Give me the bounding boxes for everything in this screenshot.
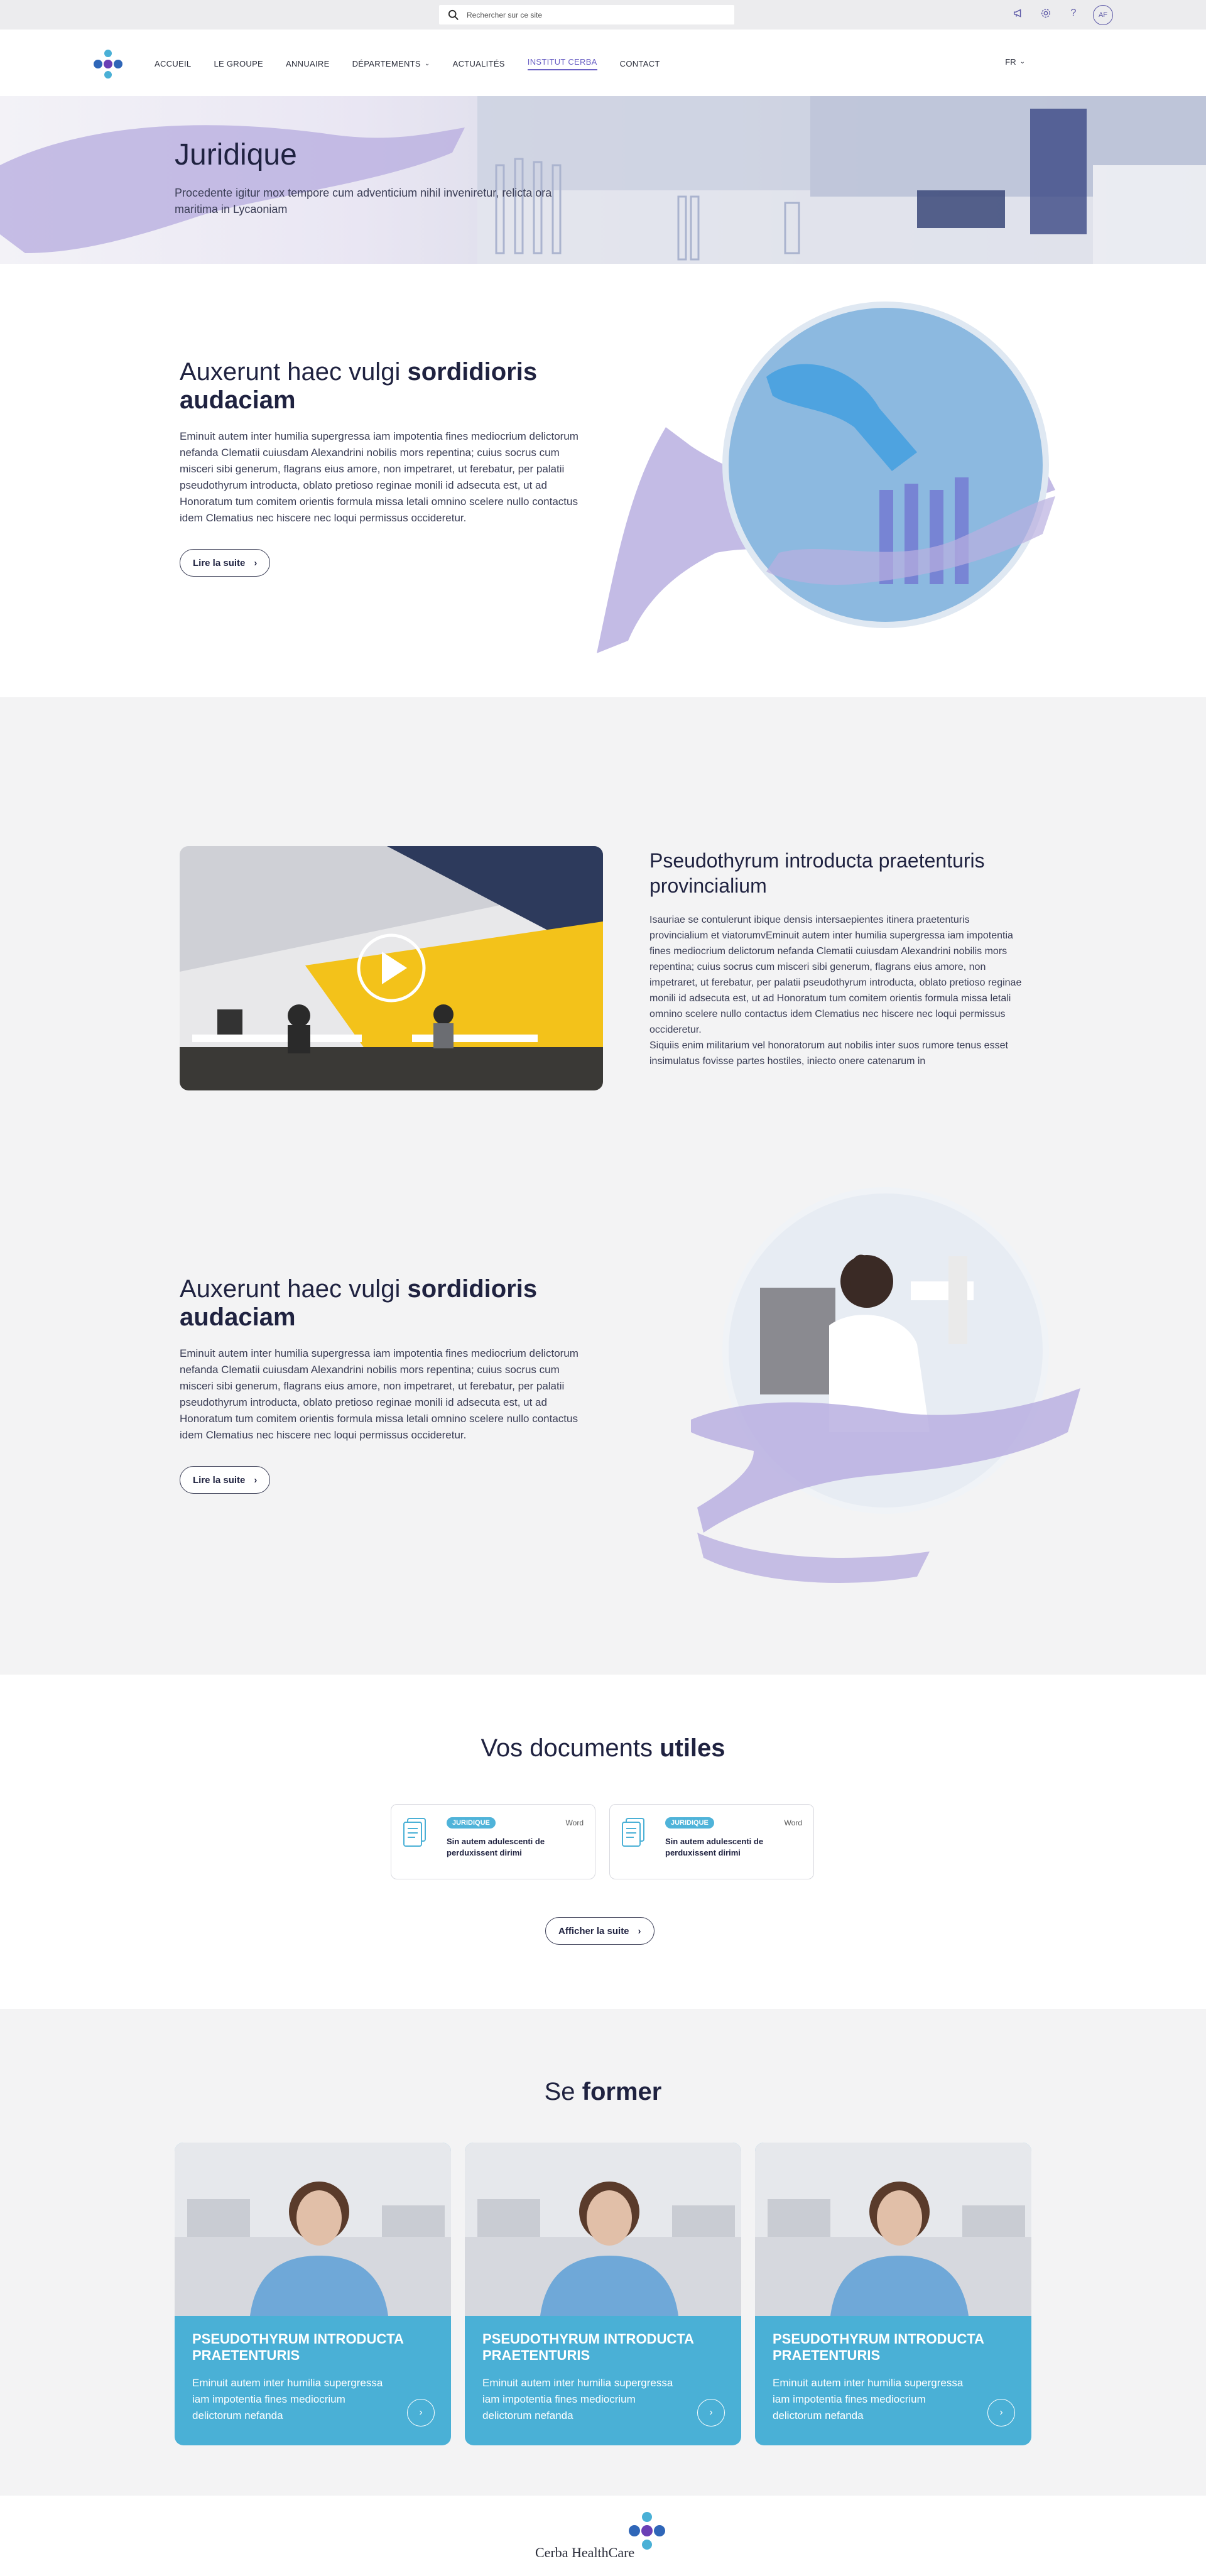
training-title: PSEUDOTHYRUM INTRODUCTA PRAETENTURIS <box>482 2331 694 2363</box>
section-text: Eminuit autem inter humilia supergressa … <box>180 430 579 524</box>
training-photo <box>465 2143 741 2316</box>
section-text: Eminuit autem inter humilia supergressa … <box>180 1347 579 1441</box>
brush-stroke <box>0 125 465 253</box>
section-content: Pseudothyrum introducta praetenturis pro… <box>0 697 1206 1675</box>
menu: ACCUEIL LE GROUPE ANNUAIRE DÉPARTEMENTS ⌄… <box>155 57 683 70</box>
training-card[interactable]: PSEUDOTHYRUM INTRODUCTA PRAETENTURIS Emi… <box>175 2143 451 2445</box>
lab-illustration <box>597 302 1055 653</box>
training-card[interactable]: PSEUDOTHYRUM INTRODUCTA PRAETENTURIS Emi… <box>465 2143 741 2445</box>
chevron-right-icon[interactable]: › <box>987 2399 1015 2427</box>
title-bold: utiles <box>660 1734 725 1762</box>
read-more-label: Lire la suite <box>193 557 246 568</box>
document-card[interactable]: JURIDIQUE Word Sin autem adulescenti de … <box>391 1804 595 1879</box>
avatar[interactable]: AF <box>1093 5 1113 25</box>
search-placeholder: Rechercher sur ce site <box>467 10 543 19</box>
document-title: Sin autem adulescenti de perduxissent di… <box>447 1837 545 1857</box>
page-title: Juridique <box>175 138 297 171</box>
read-more-button[interactable]: Lire la suite › <box>180 549 271 577</box>
chevron-down-icon: ⌄ <box>1019 58 1025 65</box>
chevron-down-icon: ⌄ <box>424 60 430 67</box>
nav-departements-label: DÉPARTEMENTS <box>352 59 421 68</box>
help-icon[interactable]: ? <box>1067 6 1080 20</box>
title-normal: Auxerunt haec vulgi <box>180 1275 408 1303</box>
training-text: Eminuit autem inter humilia supergressa … <box>192 2377 383 2421</box>
language-label: FR <box>1005 57 1016 67</box>
document-icon <box>403 1818 426 1847</box>
nav-annuaire[interactable]: ANNUAIRE <box>286 57 330 70</box>
title-normal: Vos documents <box>481 1734 660 1762</box>
footer: Cerba HealthCare <box>0 2496 1206 2576</box>
file-format: Word <box>784 1818 802 1827</box>
section-intro: Auxerunt haec vulgi sordidioris audaciam… <box>0 264 1206 697</box>
microscope-illustration <box>691 1187 1080 1583</box>
nav-accueil[interactable]: ACCUEIL <box>155 57 191 70</box>
main-navigation: ACCUEIL LE GROUPE ANNUAIRE DÉPARTEMENTS ⌄… <box>0 30 1206 96</box>
documents-section: Vos documents utiles JURIDIQUE Word Sin … <box>0 1675 1206 2009</box>
category-badge: JURIDIQUE <box>447 1817 496 1829</box>
footer-brand[interactable]: Cerba HealthCare <box>535 2545 634 2561</box>
cerba-logo[interactable] <box>90 48 126 80</box>
nav-institut-cerba[interactable]: INSTITUT CERBA <box>527 57 597 70</box>
section-text-2: Siquiis enim militarium vel honoratorum … <box>649 1040 1008 1067</box>
title-normal: Se <box>544 2078 582 2106</box>
search-input[interactable]: Rechercher sur ce site <box>439 5 734 24</box>
show-more-button[interactable]: Afficher la suite › <box>545 1917 655 1945</box>
utility-bar: Rechercher sur ce site ? AF <box>0 0 1206 30</box>
chevron-right-icon[interactable]: › <box>407 2399 435 2427</box>
training-card[interactable]: PSEUDOTHYRUM INTRODUCTA PRAETENTURIS Emi… <box>755 2143 1031 2445</box>
language-selector[interactable]: FR ⌄ <box>1005 57 1025 67</box>
chevron-right-icon: › <box>254 1474 258 1486</box>
section-title: Se former <box>0 2078 1206 2106</box>
chevron-right-icon[interactable]: › <box>697 2399 725 2427</box>
title-bold: former <box>582 2078 662 2106</box>
lab-photo <box>477 96 1206 264</box>
document-icon <box>622 1818 644 1847</box>
section-title: Vos documents utiles <box>0 1734 1206 1763</box>
training-title: PSEUDOTHYRUM INTRODUCTA PRAETENTURIS <box>773 2331 984 2363</box>
training-title: PSEUDOTHYRUM INTRODUCTA PRAETENTURIS <box>192 2331 404 2363</box>
section-title: Auxerunt haec vulgi sordidioris audaciam <box>180 358 569 415</box>
show-more-label: Afficher la suite <box>558 1925 629 1937</box>
training-text: Eminuit autem inter humilia supergressa … <box>773 2377 964 2421</box>
file-format: Word <box>565 1818 584 1827</box>
read-more-label: Lire la suite <box>193 1474 246 1486</box>
nav-contact[interactable]: CONTACT <box>620 57 660 70</box>
hero-banner: Juridique Procedente igitur mox tempore … <box>0 96 1206 264</box>
title-normal: Auxerunt haec vulgi <box>180 358 408 386</box>
page-subtitle: Procedente igitur mox tempore cum advent… <box>175 187 552 215</box>
chevron-right-icon: › <box>638 1925 641 1937</box>
training-photo <box>755 2143 1031 2316</box>
section-title: Auxerunt haec vulgi sordidioris audaciam <box>180 1275 569 1332</box>
nav-le-groupe[interactable]: LE GROUPE <box>214 57 263 70</box>
training-photo <box>175 2143 451 2316</box>
nav-departements[interactable]: DÉPARTEMENTS ⌄ <box>352 57 430 70</box>
chevron-right-icon: › <box>254 557 258 568</box>
section-title: Pseudothyrum introducta praetenturis pro… <box>649 849 985 897</box>
section-text: Isauriae se contulerunt ibique densis in… <box>649 915 1022 1035</box>
megaphone-icon[interactable] <box>1011 6 1025 20</box>
category-badge: JURIDIQUE <box>665 1817 714 1829</box>
search-icon <box>448 9 459 20</box>
read-more-button[interactable]: Lire la suite › <box>180 1466 271 1494</box>
gear-icon[interactable] <box>1039 6 1053 20</box>
nav-actualites[interactable]: ACTUALITÉS <box>453 57 505 70</box>
training-text: Eminuit autem inter humilia supergressa … <box>482 2377 673 2421</box>
document-card[interactable]: JURIDIQUE Word Sin autem adulescenti de … <box>609 1804 814 1879</box>
document-title: Sin autem adulescenti de perduxissent di… <box>665 1837 764 1857</box>
video-player[interactable] <box>180 846 603 1090</box>
